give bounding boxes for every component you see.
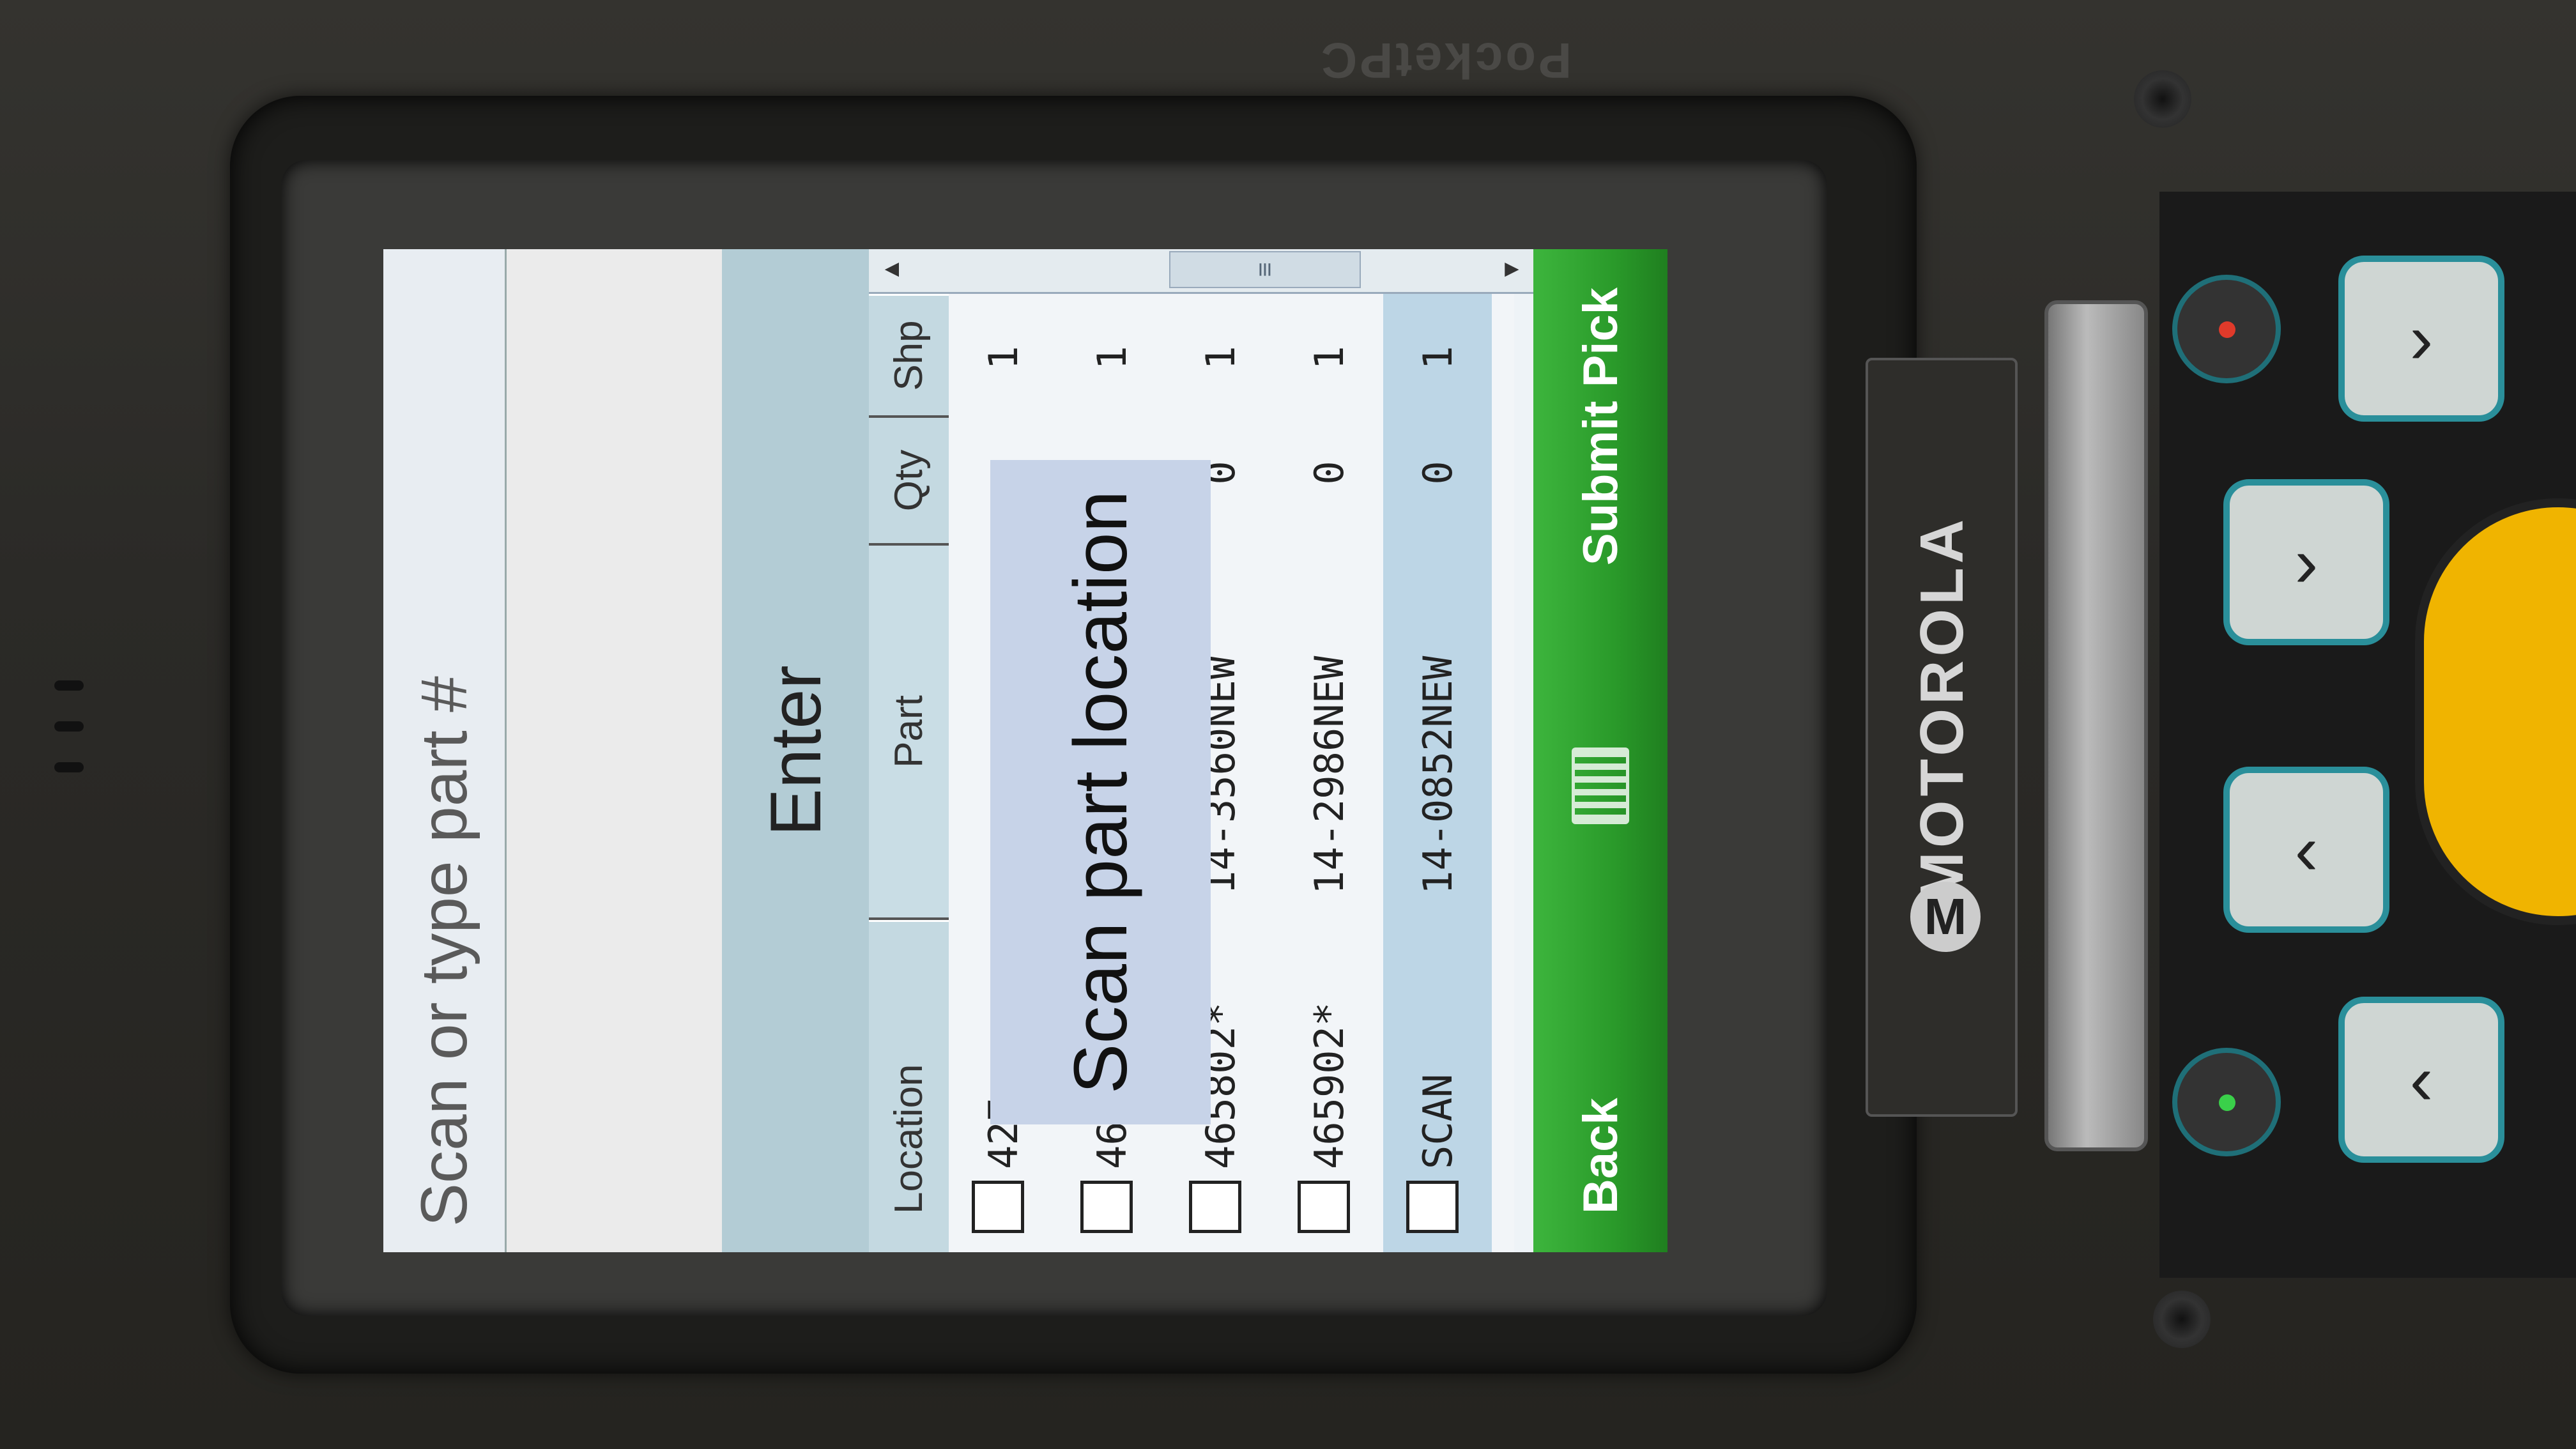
- row-checkbox[interactable]: [1406, 1181, 1459, 1233]
- scan-trigger-button[interactable]: [2415, 498, 2576, 925]
- grid-header: Location Part Qty Shp: [869, 249, 949, 1252]
- motorola-logo-icon: M: [1910, 882, 1981, 952]
- submit-pick-softkey[interactable]: Submit Pick: [1533, 288, 1667, 565]
- part-number-input[interactable]: [505, 249, 726, 1252]
- cell-shp: 1: [1305, 346, 1353, 370]
- key-down[interactable]: ‹: [2338, 997, 2504, 1163]
- prompt-label: Scan or type part #: [383, 249, 505, 1252]
- red-led-icon: [2219, 321, 2235, 338]
- screw-icon: [2153, 1291, 2211, 1348]
- cell-part: 14-0852NEW: [1414, 656, 1461, 894]
- scrollbar-thumb[interactable]: ≡: [1169, 251, 1361, 288]
- back-softkey[interactable]: Back: [1533, 1098, 1667, 1214]
- scan-location-tooltip: Scan part location: [990, 460, 1211, 1124]
- row-checkbox[interactable]: [1298, 1181, 1350, 1233]
- cell-qty: 0: [1305, 461, 1353, 485]
- column-header-qty[interactable]: Qty: [869, 415, 949, 543]
- phone-button[interactable]: [2172, 1048, 2281, 1156]
- cell-qty: 0: [1414, 461, 1461, 485]
- table-row-selected[interactable]: SCAN 14-0852NEW 0 1: [1383, 249, 1492, 1252]
- enter-button[interactable]: Enter: [722, 249, 871, 1252]
- key-right[interactable]: ›: [2223, 479, 2389, 645]
- cell-location: SCAN: [1414, 1073, 1461, 1169]
- row-checkbox[interactable]: [1189, 1181, 1241, 1233]
- cell-shp: 1: [1414, 346, 1461, 370]
- power-button[interactable]: [2172, 275, 2281, 383]
- table-row[interactable]: 465902* 14-2986NEW 0 1: [1275, 249, 1383, 1252]
- speaker-grille: [54, 671, 102, 799]
- cell-shp: 1: [1197, 346, 1244, 370]
- barcode-scanner-window: [2044, 300, 2148, 1151]
- scrollbar[interactable]: ▲ ≡ ▼: [869, 249, 1533, 294]
- cell-part: 14-2986NEW: [1305, 656, 1353, 894]
- green-led-icon: [2219, 1094, 2235, 1111]
- display-screen: Scan or type part # Enter Location Part …: [383, 249, 1667, 1252]
- app-window: Scan or type part # Enter Location Part …: [383, 249, 1667, 1252]
- brand-label-side: MOTOROLA: [1908, 515, 1976, 903]
- key-left[interactable]: ‹: [2223, 767, 2389, 933]
- soft-key-menubar: Back Submit Pick: [1533, 249, 1667, 1252]
- row-checkbox[interactable]: [972, 1181, 1024, 1233]
- cell-shp: 1: [979, 346, 1027, 370]
- screw-icon: [2134, 70, 2191, 128]
- scroll-up-arrow-icon[interactable]: ▲: [869, 249, 914, 292]
- column-header-shp[interactable]: Shp: [869, 294, 949, 415]
- cell-shp: 1: [1088, 346, 1135, 370]
- column-header-part[interactable]: Part: [869, 543, 949, 920]
- brand-label-top: PocketPC: [1318, 33, 1572, 89]
- keyboard-icon[interactable]: [1562, 741, 1639, 831]
- row-checkbox[interactable]: [1080, 1181, 1133, 1233]
- column-header-location[interactable]: Location: [869, 920, 949, 1252]
- cell-location: 465902*: [1305, 1002, 1353, 1169]
- scroll-down-arrow-icon[interactable]: ▼: [1489, 249, 1533, 292]
- key-up[interactable]: ›: [2338, 256, 2504, 422]
